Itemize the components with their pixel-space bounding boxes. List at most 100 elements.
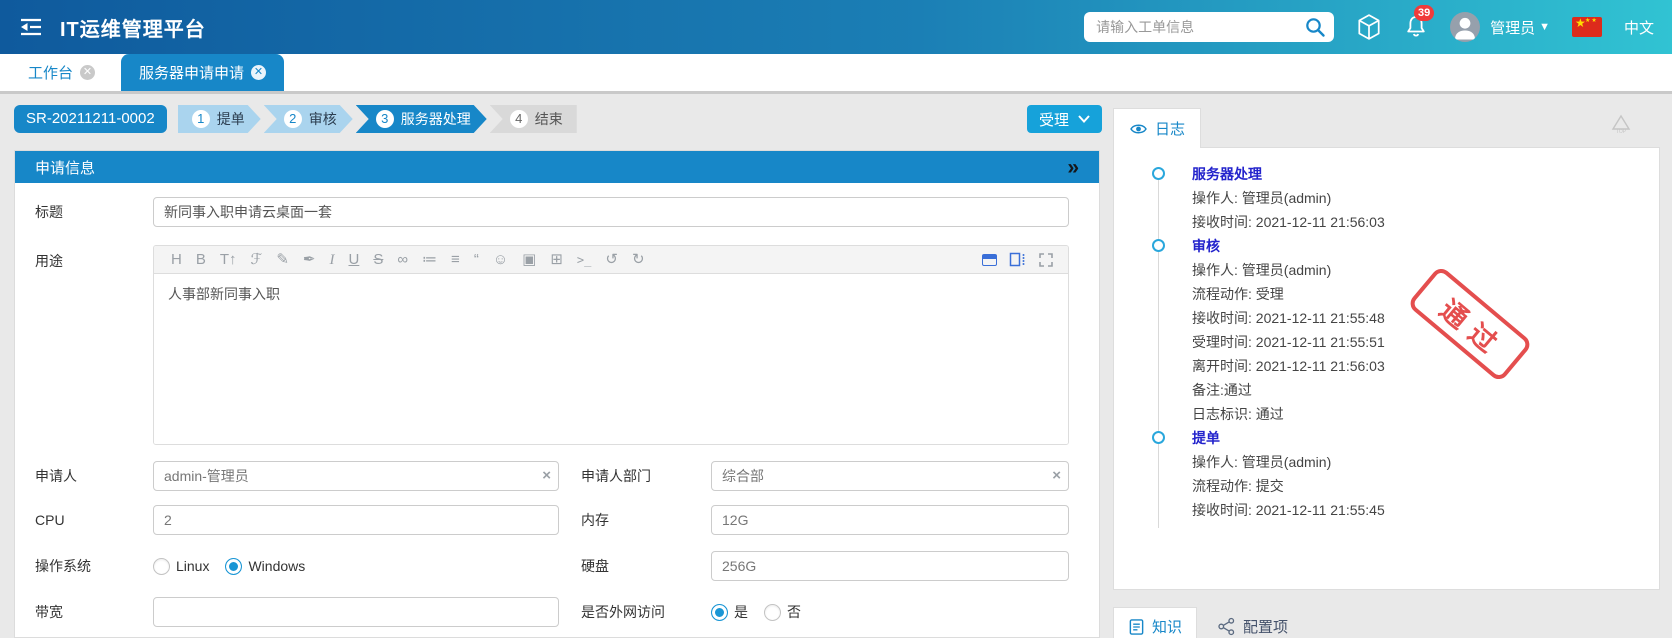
- step-number: 1: [192, 110, 210, 128]
- field-label-memory: 内存: [559, 510, 711, 530]
- language-switch[interactable]: 中文: [1624, 17, 1654, 38]
- title-input[interactable]: [153, 197, 1069, 227]
- log-entry: 审核操作人: 管理员(admin)流程动作: 受理接收时间: 2021-12-1…: [1114, 234, 1659, 426]
- redo-icon[interactable]: ↻: [625, 247, 652, 273]
- collapse-panel-icon[interactable]: »: [1067, 157, 1079, 178]
- timeline-dot-icon: [1152, 431, 1165, 444]
- fullscreen-icon[interactable]: [1038, 252, 1054, 268]
- radio-option-Linux[interactable]: Linux: [153, 558, 209, 575]
- accept-button[interactable]: 受理: [1027, 105, 1102, 133]
- log-entry-title[interactable]: 提单: [1192, 426, 1220, 450]
- editor-content[interactable]: 人事部新同事入职: [154, 274, 1068, 444]
- department-input[interactable]: [711, 461, 1069, 491]
- radio-icon[interactable]: [764, 604, 781, 621]
- log-entry-title[interactable]: 服务器处理: [1192, 162, 1262, 186]
- strikethrough-icon[interactable]: S: [366, 247, 390, 273]
- tab-config-items[interactable]: 配置项: [1217, 607, 1288, 637]
- svg-text:TOP: TOP: [1616, 129, 1627, 134]
- italic-icon[interactable]: I: [322, 247, 341, 273]
- bottom-tabs: 知识 配置项: [1113, 607, 1288, 638]
- notifications-button[interactable]: 39: [1404, 14, 1428, 40]
- clear-icon[interactable]: ×: [542, 467, 551, 485]
- close-icon[interactable]: ✕: [80, 65, 95, 80]
- log-entry-line: 操作人: 管理员(admin): [1192, 450, 1659, 474]
- log-entry-line: 接收时间: 2021-12-11 21:56:03: [1192, 210, 1659, 234]
- request-info-panel: 申请信息 » 标题 用途 HBT↑ℱ✎✒IUS∞≔≡“☺▣⊞>_↺↻: [14, 150, 1100, 638]
- clear-icon[interactable]: ×: [1052, 467, 1061, 485]
- radio-option-是[interactable]: 是: [711, 602, 748, 622]
- tab-label: 服务器申请申请: [139, 62, 244, 83]
- page-title: IT运维管理平台: [60, 13, 206, 42]
- underline-icon[interactable]: U: [341, 247, 366, 273]
- step-number: 3: [376, 110, 394, 128]
- workflow-bar: SR-20211211-0002 1提单2审核3服务器处理4结束 受理: [14, 104, 1660, 134]
- radio-icon[interactable]: [225, 558, 242, 575]
- font-size-icon[interactable]: T↑: [213, 247, 244, 273]
- tab-knowledge[interactable]: 知识: [1113, 607, 1197, 638]
- radio-icon[interactable]: [711, 604, 728, 621]
- align-icon[interactable]: ≡: [444, 247, 467, 273]
- close-icon[interactable]: ✕: [251, 65, 266, 80]
- link-icon[interactable]: ∞: [390, 247, 415, 273]
- tab-workbench[interactable]: 工作台 ✕: [14, 54, 109, 91]
- workflow-step-1: 1 提单: [178, 105, 261, 133]
- log-entry: 提单操作人: 管理员(admin)流程动作: 提交接收时间: 2021-12-1…: [1114, 426, 1659, 522]
- applicant-input[interactable]: [153, 461, 559, 491]
- tab-server-request[interactable]: 服务器申请申请 ✕: [121, 54, 284, 91]
- flag-icon[interactable]: ★ ★★: [1572, 17, 1602, 37]
- highlight-icon[interactable]: ✎: [269, 247, 296, 273]
- quote-icon[interactable]: “: [467, 247, 486, 273]
- font-color-icon[interactable]: ✒: [296, 247, 323, 273]
- cube-icon[interactable]: [1356, 13, 1382, 41]
- back-to-top-icon[interactable]: TOP: [1610, 114, 1632, 137]
- log-entry-line: 备注:通过: [1192, 378, 1659, 402]
- search-icon[interactable]: [1304, 16, 1326, 38]
- step-number: 2: [284, 110, 302, 128]
- menu-fold-icon[interactable]: [18, 17, 44, 37]
- user-menu[interactable]: 管理员 ▼: [1490, 17, 1550, 38]
- font-family-icon[interactable]: ℱ: [244, 247, 270, 273]
- log-panel: 服务器处理操作人: 管理员(admin) 接收时间: 2021-12-11 21:…: [1113, 147, 1660, 590]
- bandwidth-input[interactable]: [153, 597, 559, 627]
- tab-log[interactable]: 日志: [1113, 108, 1201, 148]
- table-icon[interactable]: ⊞: [543, 247, 570, 273]
- log-timeline: 服务器处理操作人: 管理员(admin) 接收时间: 2021-12-11 21:…: [1114, 162, 1659, 522]
- bold-icon[interactable]: B: [189, 247, 213, 273]
- panel-header: 申请信息 »: [15, 151, 1099, 183]
- log-entry: 服务器处理操作人: 管理员(admin)接收时间: 2021-12-11 21:…: [1114, 162, 1659, 234]
- field-label-cpu: CPU: [35, 512, 153, 528]
- radio-icon[interactable]: [153, 558, 170, 575]
- log-entry-line: 操作人: 管理员(admin): [1192, 258, 1659, 282]
- window-icon[interactable]: [982, 254, 997, 266]
- code-icon[interactable]: >_: [570, 247, 598, 273]
- timeline-dot-icon: [1152, 239, 1165, 252]
- external-access-radio-group: 是否: [711, 602, 1069, 622]
- log-entry-title[interactable]: 审核: [1192, 234, 1220, 258]
- emoji-icon[interactable]: ☺: [486, 247, 515, 273]
- preview-icon[interactable]: [1009, 252, 1026, 267]
- log-entry-line: 流程动作: 提交: [1192, 474, 1659, 498]
- ticket-search[interactable]: [1084, 12, 1334, 42]
- avatar[interactable]: [1450, 12, 1480, 42]
- undo-icon[interactable]: ↺: [598, 247, 625, 273]
- log-tab-label: 日志: [1155, 118, 1185, 139]
- field-label-bandwidth: 带宽: [35, 602, 153, 622]
- image-icon[interactable]: ▣: [515, 247, 543, 273]
- notification-badge: 39: [1414, 5, 1434, 21]
- workflow-step-4: 4结束: [490, 105, 577, 133]
- search-input[interactable]: [1096, 19, 1304, 35]
- workflow-step-2: 2审核: [264, 105, 353, 133]
- chevron-down-icon: [1078, 115, 1090, 123]
- log-entry-line: 离开时间: 2021-12-11 21:56:03: [1192, 354, 1659, 378]
- list-icon[interactable]: ≔: [415, 247, 444, 273]
- radio-option-Windows[interactable]: Windows: [225, 558, 305, 575]
- disk-input[interactable]: [711, 551, 1069, 581]
- log-entry-line: 受理时间: 2021-12-11 21:55:51: [1192, 330, 1659, 354]
- heading-icon[interactable]: H: [164, 247, 189, 273]
- radio-option-否[interactable]: 否: [764, 602, 801, 622]
- timeline-dot-icon: [1152, 167, 1165, 180]
- cpu-input[interactable]: [153, 505, 559, 535]
- memory-input[interactable]: [711, 505, 1069, 535]
- step-label: 提单: [217, 109, 245, 129]
- ticket-id-badge: SR-20211211-0002: [14, 105, 167, 133]
